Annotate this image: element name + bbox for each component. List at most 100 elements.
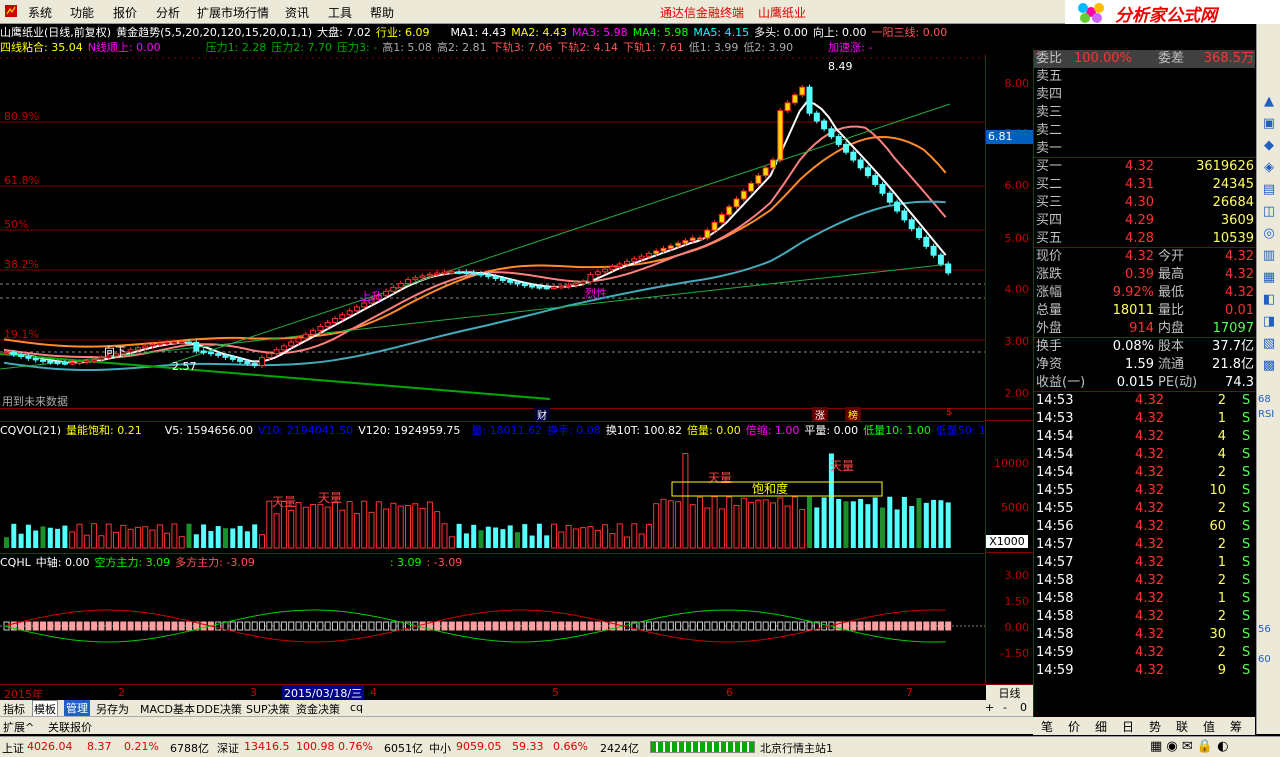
volume-bar	[850, 501, 856, 548]
tab-saveas[interactable]: 另存为	[96, 701, 129, 717]
kline-chart[interactable]: 80.9% 61.8% 50% 38.2% 19.1% 8.49 2.57 向下 上升 烈性	[0, 54, 985, 408]
tab-indicator[interactable]: 指标	[3, 701, 25, 717]
menu-quote[interactable]: 报价	[113, 4, 137, 21]
rtab-2[interactable]: 细	[1095, 718, 1107, 735]
sidebar-label[interactable]: 56	[1258, 624, 1271, 635]
price-axis: 8.007.006.005.004.003.002.00 6.81	[985, 54, 1034, 420]
candle-body	[317, 325, 324, 331]
toolbar-icon[interactable]: ▤	[1260, 182, 1278, 200]
candle-body	[828, 128, 835, 138]
toolbar-icon[interactable]: ◧	[1260, 292, 1278, 310]
menu-system[interactable]: 系统	[28, 4, 52, 21]
tab-zijin[interactable]: 资金决策	[296, 701, 340, 717]
cqhl-chart[interactable]	[0, 552, 985, 684]
cqhl-bar	[791, 621, 798, 631]
rtab-7[interactable]: 筹	[1230, 718, 1242, 735]
toolbar-icon[interactable]: ◫	[1260, 204, 1278, 222]
tick-row: 14:57 4.32 2 S	[1036, 537, 1251, 552]
candle-body	[755, 175, 762, 184]
cqhl-bar	[368, 621, 375, 631]
cqhl-bar	[748, 621, 755, 631]
toolbar-icon[interactable]: ▲	[1260, 94, 1278, 112]
cqhl-bar	[850, 621, 857, 631]
menu-news[interactable]: 资讯	[285, 4, 309, 21]
app-icon[interactable]	[4, 4, 18, 21]
volume-bar	[215, 526, 221, 548]
candle-body	[390, 286, 397, 292]
jiasu-value: 加速涨: -	[828, 41, 873, 54]
toolbar-icon[interactable]: ◨	[1260, 314, 1278, 332]
status-icons[interactable]: ▦ ◉ ✉ 🔒 ◐	[1150, 739, 1229, 754]
menu-tools[interactable]: 工具	[328, 4, 352, 21]
cqhl-bar	[40, 621, 46, 631]
rtab-0[interactable]: 笔	[1041, 718, 1053, 735]
cqhl-bar	[419, 621, 426, 631]
cqhl-bar	[463, 621, 470, 631]
candle-body	[83, 360, 90, 363]
yiyang-value: 一阳三线: 0.00	[871, 26, 948, 39]
toolbar-icon[interactable]: ▣	[1260, 116, 1278, 134]
stock-title: 山鹰纸业(日线,前复权)	[0, 26, 112, 39]
toolbar-icon[interactable]: ◎	[1260, 226, 1278, 244]
chart-label: 烈性	[585, 286, 607, 300]
volume-bar	[390, 502, 397, 549]
s-marker[interactable]: $	[946, 407, 952, 418]
stat-row: 现价 4.32 今开 4.32	[1036, 249, 1254, 264]
volume-bar	[273, 513, 280, 549]
vol-tick-5000: 5000	[1001, 501, 1029, 514]
cqhl-bar	[266, 621, 273, 631]
tab-dde[interactable]: DDE决策	[196, 701, 242, 717]
volume-bar	[76, 523, 83, 549]
menu-help[interactable]: 帮助	[370, 4, 394, 21]
tab-macd[interactable]: MACD基本	[140, 701, 195, 717]
toolbar-icon[interactable]: ▧	[1260, 336, 1278, 354]
menu-function[interactable]: 功能	[70, 4, 94, 21]
cqhl-bar	[565, 621, 572, 631]
sidebar-label[interactable]: 68	[1258, 394, 1271, 405]
toolbar-icon[interactable]: ◈	[1260, 160, 1278, 178]
tick-row: 14:54 4.32 2 S	[1036, 465, 1251, 480]
menu-analysis[interactable]: 分析	[156, 4, 180, 21]
logo-text: 分析家公式网	[1115, 6, 1217, 26]
main-chart-title: 山鹰纸业(日线,前复权) 黄金趋势(5,5,20,20,120,15,20,0,1…	[0, 24, 1033, 39]
volume-bar	[755, 499, 762, 549]
toolbar-icon[interactable]: ◆	[1260, 138, 1278, 156]
menu-extended-market[interactable]: 扩展市场行情	[197, 4, 269, 21]
period-button[interactable]: 日线	[986, 685, 1033, 701]
cqhl-bar	[295, 621, 302, 631]
cqhl-bar	[273, 621, 280, 631]
sidebar-label[interactable]: RSI	[1258, 409, 1274, 420]
tick-row: 14:55 4.32 2 S	[1036, 501, 1251, 516]
volume-bar	[186, 523, 192, 548]
rtab-6[interactable]: 值	[1203, 718, 1215, 735]
tab-sup[interactable]: SUP决策	[246, 701, 290, 717]
volume-bar	[923, 502, 929, 548]
toolbar-icon[interactable]: ▦	[1260, 270, 1278, 288]
extension-tabs: 扩展^ 关联报价	[0, 716, 1033, 734]
candle-body	[631, 258, 638, 262]
rtab-4[interactable]: 势	[1149, 718, 1161, 735]
plus-button[interactable]: +	[985, 701, 994, 714]
volume-chart[interactable]: 天量 天量天量天量饱和度	[0, 420, 985, 552]
fib-label: 19.1%	[4, 328, 39, 341]
toolbar-icon[interactable]: ▩	[1260, 358, 1278, 376]
buy-row: 买五 4.28 10539	[1034, 231, 1255, 248]
candle-body	[91, 358, 98, 362]
cqhl-bar	[83, 621, 90, 631]
rtab-5[interactable]: 联	[1176, 718, 1188, 735]
volume-bar	[609, 533, 616, 549]
candle-body	[463, 271, 470, 274]
rtab-1[interactable]: 价	[1068, 718, 1080, 735]
di2-value: 低2: 3.90	[743, 41, 794, 54]
tab-related-quote[interactable]: 关联报价	[48, 719, 92, 735]
tab-cq[interactable]: cq	[350, 701, 363, 714]
sidebar-label[interactable]: 60	[1258, 654, 1271, 665]
tab-extend[interactable]: 扩展^	[3, 719, 34, 735]
indicator-name[interactable]: 黄金趋势(5,5,20,20,120,15,20,0,1,1)	[116, 24, 312, 39]
rtab-3[interactable]: 日	[1122, 718, 1134, 735]
minus-button[interactable]: -	[1003, 701, 1007, 714]
tab-manage[interactable]: 管理	[64, 700, 90, 716]
fib-label: 50%	[4, 218, 28, 231]
toolbar-icon[interactable]: ▥	[1260, 248, 1278, 266]
zero-button[interactable]: 0	[1020, 701, 1027, 714]
